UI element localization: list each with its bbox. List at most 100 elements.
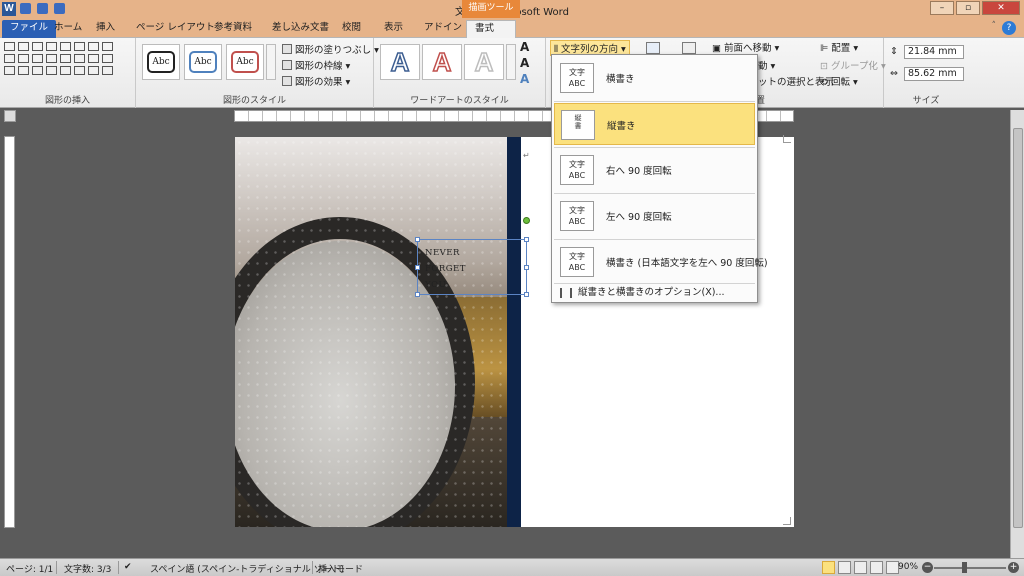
menu-item-rotate-right[interactable]: 文字 ABC 右へ 90 度回転 <box>554 149 755 191</box>
text-direction-options[interactable]: 縦書きと横書きのオプション(X)... <box>554 285 755 301</box>
zoom-out-icon[interactable]: − <box>922 562 933 573</box>
shape-outline-button[interactable]: 図形の枠線 ▾ <box>282 58 350 72</box>
shape-icon[interactable] <box>18 66 29 75</box>
shape-icon[interactable] <box>46 54 57 63</box>
page-count[interactable]: ページ: 1/1 <box>6 562 53 575</box>
shape-icon[interactable] <box>102 54 113 63</box>
shape-icon[interactable] <box>46 66 57 75</box>
tab-review[interactable]: 校閲 <box>334 20 369 38</box>
shape-style-1[interactable]: Abc <box>142 44 180 80</box>
print-layout-view-icon[interactable] <box>822 561 835 574</box>
proofing-icon[interactable]: ✔ <box>124 562 132 572</box>
resize-handle[interactable] <box>415 292 420 297</box>
tab-view[interactable]: 表示 <box>376 20 411 38</box>
shape-fill-label: 図形の塗りつぶし <box>295 45 372 56</box>
tab-insert[interactable]: 挿入 <box>88 20 123 38</box>
menu-item-horizontal[interactable]: 文字 ABC 横書き <box>554 57 755 99</box>
maximize-button[interactable]: ▫ <box>956 1 980 15</box>
minimize-button[interactable]: – <box>930 1 954 15</box>
shape-icon[interactable] <box>4 42 15 51</box>
vertical-ruler[interactable] <box>4 136 15 528</box>
shape-icon[interactable] <box>4 54 15 63</box>
shape-icon[interactable] <box>60 54 71 63</box>
shapes-gallery[interactable] <box>4 42 113 75</box>
vertical-scrollbar[interactable] <box>1010 110 1024 558</box>
ruler-toggle[interactable] <box>4 110 16 122</box>
navy-vertical-bar[interactable] <box>507 137 521 527</box>
zoom-slider[interactable] <box>934 567 1006 569</box>
menu-item-rotate-left[interactable]: 文字 ABC 左へ 90 度回転 <box>554 195 755 237</box>
zoom-in-icon[interactable]: + <box>1008 562 1019 573</box>
wordart-style-2[interactable]: A <box>422 44 462 80</box>
shape-icon[interactable] <box>102 42 113 51</box>
tab-home[interactable]: ホーム <box>46 20 90 38</box>
resize-handle[interactable] <box>415 265 420 270</box>
outline-view-icon[interactable] <box>870 561 883 574</box>
shape-icon[interactable] <box>74 42 85 51</box>
shape-icon[interactable] <box>74 54 85 63</box>
shape-icon[interactable] <box>46 42 57 51</box>
word-count[interactable]: 文字数: 3/3 <box>64 562 111 575</box>
scrollbar-thumb[interactable] <box>1013 128 1023 528</box>
text-box-content[interactable]: NEVER FORGET YOU <box>425 245 466 293</box>
ribbon-minimize-icon[interactable]: ˄ <box>992 21 997 31</box>
shape-icon[interactable] <box>18 42 29 51</box>
tab-references[interactable]: 参考資料 <box>206 20 260 38</box>
language[interactable]: スペイン語 (スペイン-トラディショナル ソート) <box>150 562 344 575</box>
create-link-icon[interactable] <box>682 42 696 54</box>
shape-effects-button[interactable]: 図形の効果 ▾ <box>282 74 350 88</box>
shape-icon[interactable] <box>60 66 71 75</box>
menu-separator <box>554 147 755 148</box>
margin-corner <box>783 135 791 143</box>
height-field[interactable]: 21.84 mm <box>904 45 964 59</box>
resize-handle[interactable] <box>524 265 529 270</box>
tab-addins[interactable]: アドイン <box>416 20 470 38</box>
menu-item-vertical[interactable]: 縦書 縦書き <box>554 103 755 145</box>
group-button[interactable]: ⊡ グループ化 ▾ <box>820 58 886 72</box>
wordart-style-3[interactable]: A <box>464 44 504 80</box>
tab-format[interactable]: 書式 <box>466 20 516 38</box>
bring-forward-button[interactable]: ▣ 前面へ移動 ▾ <box>712 40 779 54</box>
shape-style-3[interactable]: Abc <box>226 44 264 80</box>
shape-icon[interactable] <box>88 66 99 75</box>
shape-icon[interactable] <box>88 54 99 63</box>
resize-handle[interactable] <box>524 292 529 297</box>
zoom-level[interactable]: 90% <box>898 562 918 572</box>
align-button[interactable]: ⊫ 配置 ▾ <box>820 40 858 54</box>
shape-icon[interactable] <box>88 42 99 51</box>
full-screen-view-icon[interactable] <box>838 561 851 574</box>
style-gallery-scroll[interactable] <box>266 44 276 80</box>
rotate-button[interactable]: ⟲ 回転 ▾ <box>820 74 858 88</box>
help-icon[interactable]: ? <box>1002 21 1016 35</box>
close-button[interactable]: ✕ <box>982 1 1020 15</box>
align-text-icon[interactable] <box>646 42 660 54</box>
rainy-mirror-photo[interactable] <box>235 137 509 527</box>
shape-icon[interactable] <box>32 42 43 51</box>
shape-icon[interactable] <box>32 66 43 75</box>
shape-icon[interactable] <box>18 54 29 63</box>
wordart-gallery-scroll[interactable] <box>506 44 516 80</box>
group-label-text: グループ化 <box>830 61 878 72</box>
zoom-slider-thumb[interactable] <box>962 562 967 573</box>
paragraph-mark: ↵ <box>523 151 530 160</box>
send-backward-button[interactable]: 動 ▾ <box>758 58 775 72</box>
width-field[interactable]: 85.62 mm <box>904 67 964 81</box>
resize-handle[interactable] <box>524 237 529 242</box>
text-fill-icon[interactable]: A <box>520 40 529 54</box>
text-effects-icon[interactable]: A <box>520 72 529 86</box>
shape-icon[interactable] <box>60 42 71 51</box>
resize-handle[interactable] <box>415 237 420 242</box>
tab-mailings[interactable]: 差し込み文書 <box>264 20 337 38</box>
shape-icon[interactable] <box>32 54 43 63</box>
shape-icon[interactable] <box>74 66 85 75</box>
rotation-handle[interactable] <box>523 217 530 224</box>
shape-icon[interactable] <box>102 66 113 75</box>
menu-item-horizontal-rotate-japanese[interactable]: 文字 ABC 横書き (日本語文字を左へ 90 度回転) <box>554 241 768 283</box>
text-outline-icon[interactable]: A <box>520 56 529 70</box>
insert-mode[interactable]: 挿入モード <box>318 562 363 575</box>
shape-fill-button[interactable]: 図形の塗りつぶし ▾ <box>282 42 379 56</box>
shape-style-2[interactable]: Abc <box>184 44 222 80</box>
web-layout-view-icon[interactable] <box>854 561 867 574</box>
shape-icon[interactable] <box>4 66 15 75</box>
wordart-style-1[interactable]: A <box>380 44 420 80</box>
